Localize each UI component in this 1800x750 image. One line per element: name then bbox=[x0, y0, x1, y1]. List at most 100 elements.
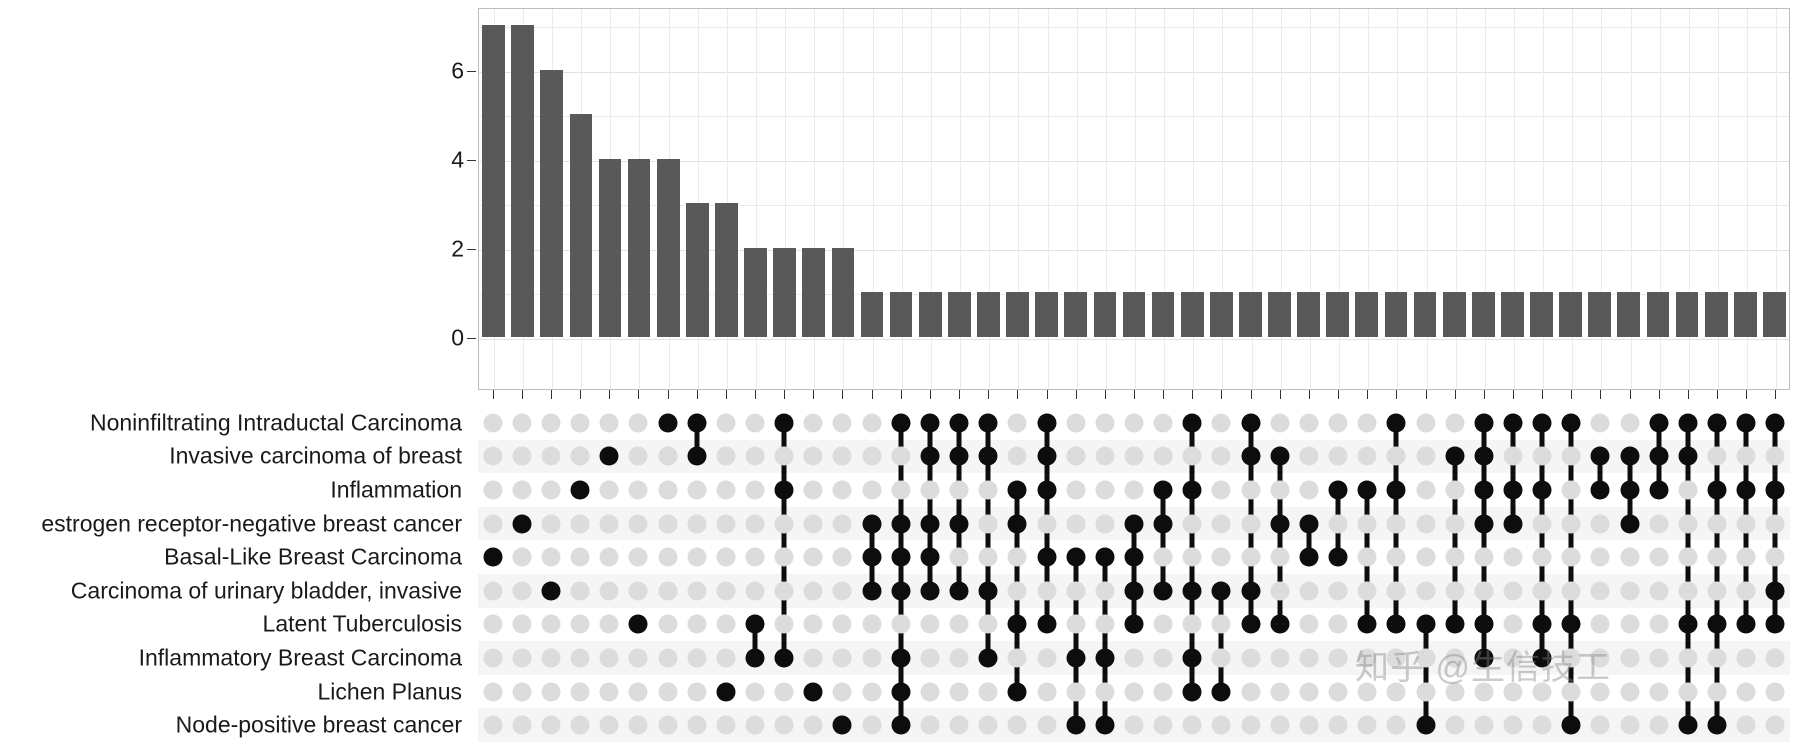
matrix-dot-active[interactable] bbox=[1007, 682, 1027, 702]
matrix-dot-inactive[interactable] bbox=[1590, 413, 1610, 433]
matrix-dot-active[interactable] bbox=[1590, 446, 1610, 466]
matrix-dot-active[interactable] bbox=[1124, 581, 1144, 601]
matrix-dot-inactive[interactable] bbox=[512, 614, 532, 634]
matrix-dot-inactive[interactable] bbox=[803, 480, 823, 500]
matrix-dot-inactive[interactable] bbox=[1445, 648, 1465, 668]
bar[interactable] bbox=[1355, 292, 1379, 337]
matrix-dot-active[interactable] bbox=[1678, 715, 1698, 735]
bar-column[interactable] bbox=[625, 9, 654, 389]
matrix-dot-inactive[interactable] bbox=[599, 715, 619, 735]
matrix-dot-active[interactable] bbox=[774, 648, 794, 668]
matrix-dot-inactive[interactable] bbox=[716, 581, 736, 601]
matrix-dot-active[interactable] bbox=[1765, 581, 1785, 601]
bar[interactable] bbox=[1646, 292, 1670, 337]
matrix-dot-inactive[interactable] bbox=[1503, 446, 1523, 466]
matrix-dot-active[interactable] bbox=[1503, 480, 1523, 500]
matrix-dot-active[interactable] bbox=[862, 581, 882, 601]
matrix-dot-inactive[interactable] bbox=[687, 614, 707, 634]
matrix-dot-inactive[interactable] bbox=[862, 715, 882, 735]
matrix-dot-inactive[interactable] bbox=[1153, 413, 1173, 433]
bar[interactable] bbox=[1733, 292, 1757, 337]
matrix-dot-inactive[interactable] bbox=[1037, 682, 1057, 702]
matrix-dot-active[interactable] bbox=[1037, 413, 1057, 433]
matrix-dot-active[interactable] bbox=[1532, 614, 1552, 634]
matrix-dot-inactive[interactable] bbox=[1649, 614, 1669, 634]
matrix-dot-active[interactable] bbox=[1765, 480, 1785, 500]
matrix-dot-inactive[interactable] bbox=[1357, 715, 1377, 735]
matrix-dot-inactive[interactable] bbox=[716, 715, 736, 735]
matrix-dot-inactive[interactable] bbox=[745, 715, 765, 735]
matrix-dot-inactive[interactable] bbox=[1532, 682, 1552, 702]
bar-column[interactable] bbox=[974, 9, 1003, 389]
bar[interactable] bbox=[1006, 292, 1029, 337]
bar[interactable] bbox=[1413, 292, 1437, 337]
matrix-dot-active[interactable] bbox=[1386, 614, 1406, 634]
matrix-dot-active[interactable] bbox=[1736, 413, 1756, 433]
matrix-dot-inactive[interactable] bbox=[512, 547, 532, 567]
matrix-dot-inactive[interactable] bbox=[716, 547, 736, 567]
matrix-dot-inactive[interactable] bbox=[658, 715, 677, 735]
bar[interactable] bbox=[831, 247, 855, 337]
matrix-dot-inactive[interactable] bbox=[1299, 413, 1319, 433]
matrix-dot-active[interactable] bbox=[1678, 446, 1698, 466]
matrix-dot-inactive[interactable] bbox=[1182, 614, 1202, 634]
matrix-dot-inactive[interactable] bbox=[1299, 480, 1319, 500]
matrix-dot-inactive[interactable] bbox=[483, 614, 503, 634]
bar[interactable] bbox=[1239, 292, 1262, 337]
matrix-dot-active[interactable] bbox=[1474, 648, 1494, 668]
matrix-dot-inactive[interactable] bbox=[745, 547, 765, 567]
bar-column[interactable] bbox=[1178, 9, 1207, 389]
matrix-dot-active[interactable] bbox=[1182, 413, 1202, 433]
matrix-dot-inactive[interactable] bbox=[1561, 581, 1581, 601]
matrix-dot-inactive[interactable] bbox=[1707, 446, 1727, 466]
matrix-dot-inactive[interactable] bbox=[1007, 413, 1027, 433]
matrix-dot-inactive[interactable] bbox=[570, 547, 590, 567]
matrix-dot-inactive[interactable] bbox=[570, 446, 590, 466]
matrix-dot-inactive[interactable] bbox=[658, 614, 677, 634]
matrix-dot-inactive[interactable] bbox=[774, 715, 794, 735]
matrix-dot-inactive[interactable] bbox=[483, 682, 503, 702]
matrix-dot-active[interactable] bbox=[1678, 614, 1698, 634]
matrix-dot-inactive[interactable] bbox=[1532, 514, 1552, 534]
matrix-dot-inactive[interactable] bbox=[978, 480, 998, 500]
matrix-dot-inactive[interactable] bbox=[541, 715, 561, 735]
matrix-dot-inactive[interactable] bbox=[687, 648, 707, 668]
bar[interactable] bbox=[802, 247, 826, 337]
matrix-dot-inactive[interactable] bbox=[1182, 446, 1202, 466]
matrix-dot-inactive[interactable] bbox=[687, 514, 707, 534]
matrix-dot-inactive[interactable] bbox=[1503, 715, 1523, 735]
matrix-dot-active[interactable] bbox=[1561, 413, 1581, 433]
bar[interactable] bbox=[1501, 292, 1524, 337]
matrix-dot-inactive[interactable] bbox=[1503, 547, 1523, 567]
matrix-dot-inactive[interactable] bbox=[1095, 581, 1115, 601]
matrix-dot-inactive[interactable] bbox=[1095, 480, 1115, 500]
matrix-dot-inactive[interactable] bbox=[1095, 514, 1115, 534]
matrix-dot-inactive[interactable] bbox=[1328, 614, 1348, 634]
matrix-dot-inactive[interactable] bbox=[1270, 715, 1290, 735]
matrix-dot-inactive[interactable] bbox=[832, 648, 852, 668]
matrix-dot-active[interactable] bbox=[1270, 514, 1290, 534]
matrix-dot-inactive[interactable] bbox=[483, 715, 503, 735]
matrix-dot-active[interactable] bbox=[1678, 413, 1698, 433]
bar[interactable] bbox=[1035, 292, 1058, 337]
bar[interactable] bbox=[1530, 292, 1553, 337]
matrix-dot-inactive[interactable] bbox=[891, 446, 911, 466]
matrix-dot-active[interactable] bbox=[1153, 480, 1173, 500]
matrix-dot-inactive[interactable] bbox=[1532, 715, 1552, 735]
matrix-dot-active[interactable] bbox=[1736, 614, 1756, 634]
matrix-dot-inactive[interactable] bbox=[1532, 581, 1552, 601]
matrix-dot-inactive[interactable] bbox=[1503, 581, 1523, 601]
matrix-dot-inactive[interactable] bbox=[599, 514, 619, 534]
set-label-1[interactable]: Invasive carcinoma of breast bbox=[169, 443, 462, 470]
bar-column[interactable] bbox=[1556, 9, 1585, 389]
matrix-dot-inactive[interactable] bbox=[949, 480, 969, 500]
matrix-dot-inactive[interactable] bbox=[1590, 682, 1610, 702]
matrix-dot-inactive[interactable] bbox=[1270, 581, 1290, 601]
matrix-dot-active[interactable] bbox=[774, 413, 794, 433]
matrix-dot-inactive[interactable] bbox=[1474, 682, 1494, 702]
matrix-dot-inactive[interactable] bbox=[1561, 682, 1581, 702]
matrix-dot-active[interactable] bbox=[891, 547, 911, 567]
matrix-dot-inactive[interactable] bbox=[1707, 514, 1727, 534]
matrix-dot-inactive[interactable] bbox=[1211, 514, 1231, 534]
bar-column[interactable] bbox=[1614, 9, 1643, 389]
